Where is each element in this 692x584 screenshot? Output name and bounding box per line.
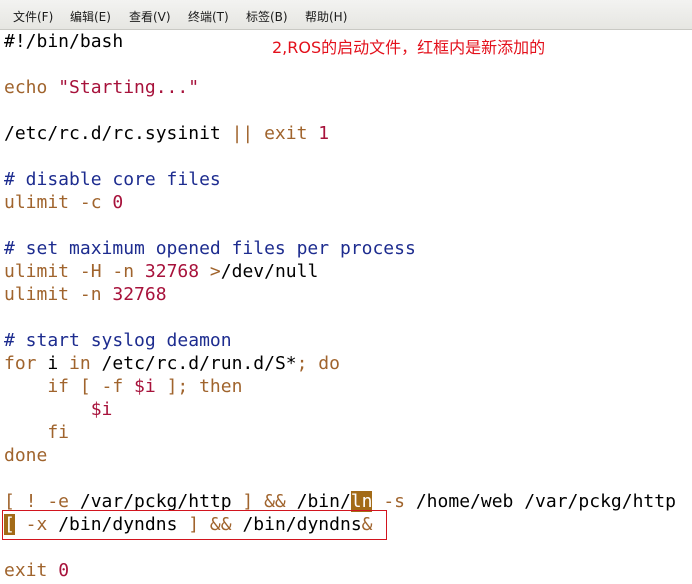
menu-file[interactable]: 文件(F)	[13, 8, 53, 25]
code-token: "Starting..."	[58, 77, 200, 98]
menu-tabs[interactable]: 标签(B)	[246, 8, 288, 25]
code-line: /etc/rc.d/rc.sysinit || exit 1	[4, 122, 329, 145]
code-line: echo "Starting..."	[4, 76, 199, 99]
code-line: $i	[4, 398, 113, 421]
code-token: ; do	[296, 353, 340, 374]
code-token: -s	[372, 491, 416, 512]
code-token: ulimit -n	[4, 284, 113, 305]
code-token: /dev/null	[220, 261, 319, 282]
code-line: ulimit -c 0	[4, 191, 123, 214]
code-token: 1	[318, 123, 330, 144]
code-line: #!/bin/bash	[4, 30, 123, 53]
code-token: /etc/rc.d/rc.sysinit	[4, 123, 232, 144]
code-token: $i	[90, 399, 113, 420]
code-token: # set maximum opened files per process	[4, 238, 416, 259]
code-token: ulimit -c	[4, 192, 113, 213]
code-token: ] &&	[231, 491, 297, 512]
code-token: i	[36, 353, 70, 374]
code-token: echo	[4, 77, 59, 98]
code-token: /var/pckg/http	[79, 491, 232, 512]
code-token: ulimit -H -n	[4, 261, 145, 282]
code-line: done	[4, 444, 47, 467]
code-token: exit	[4, 560, 59, 581]
code-token: 32768	[112, 284, 167, 305]
code-line: # disable core files	[4, 168, 221, 191]
code-token: in	[69, 353, 91, 374]
code-token: ]; then	[155, 376, 243, 397]
code-line: for i in /etc/rc.d/run.d/S*; do	[4, 352, 340, 375]
highlight-box	[2, 510, 387, 540]
code-token: /home/web /var/pckg/http	[415, 491, 676, 512]
code-token: done	[4, 445, 48, 466]
code-line: ulimit -H -n 32768 >/dev/null	[4, 260, 318, 283]
menu-bar: 文件(F) 编辑(E) 查看(V) 终端(T) 标签(B) 帮助(H)	[0, 0, 692, 30]
code-token: # start syslog deamon	[4, 330, 232, 351]
code-token: #!/bin/bash	[4, 31, 124, 52]
code-token: fi	[4, 422, 70, 443]
code-token: # disable core files	[4, 169, 221, 190]
code-token: $i	[134, 376, 156, 397]
code-line: # start syslog deamon	[4, 329, 232, 352]
code-line: if [ -f $i ]; then	[4, 375, 242, 398]
code-token: 0	[58, 560, 70, 581]
code-token: for	[4, 353, 37, 374]
menu-terminal[interactable]: 终端(T)	[188, 8, 229, 25]
code-token: 0	[112, 192, 124, 213]
code-token: [ ! -e	[4, 491, 80, 512]
code-token: /etc/rc.d/run.d/S*	[90, 353, 297, 374]
code-line: fi	[4, 421, 69, 444]
code-token: /bin/	[296, 491, 351, 512]
code-token: || exit	[231, 123, 319, 144]
menu-help[interactable]: 帮助(H)	[305, 8, 347, 25]
text-cursor: ln	[350, 491, 373, 512]
code-token: 32768	[144, 261, 200, 282]
code-token: >	[199, 261, 221, 282]
menu-edit[interactable]: 编辑(E)	[70, 8, 111, 25]
code-token: if [ -f	[4, 376, 135, 397]
annotation-note: 2,ROS的启动文件，红框内是新添加的	[272, 38, 546, 57]
menu-view[interactable]: 查看(V)	[129, 8, 171, 25]
terminal-text-area[interactable]: #!/bin/bash echo "Starting..." /etc/rc.d/r…	[0, 30, 692, 584]
code-line: ulimit -n 32768	[4, 283, 167, 306]
code-line: # set maximum opened files per process	[4, 237, 416, 260]
code-line: exit 0	[4, 559, 69, 582]
